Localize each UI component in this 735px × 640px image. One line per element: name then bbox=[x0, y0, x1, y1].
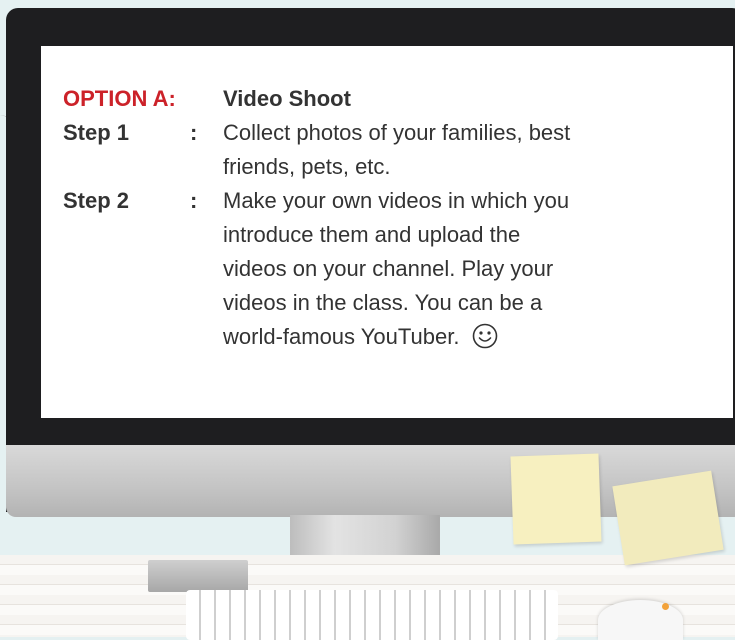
step-1-line: Collect photos of your families, best bbox=[223, 120, 571, 145]
step-1-text: Collect photos of your families, best fr… bbox=[223, 116, 703, 184]
step-1-line: friends, pets, etc. bbox=[223, 154, 391, 179]
step-1-colon: : bbox=[190, 120, 198, 145]
step-2-colon: : bbox=[190, 188, 198, 213]
smiley-face-icon bbox=[472, 323, 497, 349]
step-2-text: Make your own videos in which you introd… bbox=[223, 184, 703, 354]
option-title: Video Shoot bbox=[223, 86, 351, 111]
sticky-note bbox=[510, 453, 602, 545]
step-1-label: Step 1 bbox=[63, 120, 130, 145]
mouse-light bbox=[662, 603, 669, 610]
desk-box bbox=[148, 560, 248, 592]
option-row: OPTION A: Video Shoot bbox=[63, 82, 703, 116]
step-2-line: videos in the class. You can be a bbox=[223, 290, 543, 315]
step-2-row: Step 2 : Make your own videos in which y… bbox=[63, 184, 703, 354]
option-label: OPTION A: bbox=[63, 86, 176, 111]
sticky-note bbox=[612, 470, 724, 566]
step-2-line: introduce them and upload the bbox=[223, 222, 521, 247]
step-1-row: Step 1 : Collect photos of your families… bbox=[63, 116, 703, 184]
step-2-line: Make your own videos in which you bbox=[223, 188, 570, 213]
step-2-line: videos on your channel. Play your bbox=[223, 256, 554, 281]
mouse bbox=[598, 600, 683, 640]
keyboard bbox=[186, 590, 558, 640]
step-2-line: world-famous YouTuber. bbox=[223, 324, 460, 349]
instruction-card: OPTION A: Video Shoot Step 1 : Collect p… bbox=[63, 82, 703, 354]
step-2-label: Step 2 bbox=[63, 188, 130, 213]
